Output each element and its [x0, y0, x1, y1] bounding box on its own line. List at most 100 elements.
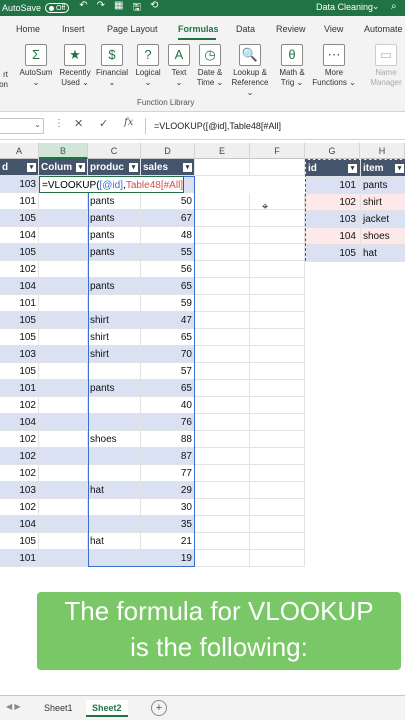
tab-insert[interactable]: Insert: [62, 24, 85, 34]
cell-empty[interactable]: [195, 312, 250, 329]
tab-formulas[interactable]: Formulas: [178, 24, 219, 34]
cell-empty[interactable]: [250, 193, 305, 210]
filter-dropdown-icon[interactable]: ▾: [129, 163, 138, 172]
cell-product[interactable]: [88, 363, 141, 380]
cell-sales[interactable]: 50: [141, 193, 195, 210]
cell-empty[interactable]: [195, 448, 250, 465]
cell-id[interactable]: 105: [0, 312, 39, 329]
tab-automate[interactable]: Automate: [364, 24, 403, 34]
lookup-cell-id[interactable]: 103: [306, 211, 361, 228]
lookup-cell-id[interactable]: 101: [306, 177, 361, 194]
cell-column1[interactable]: [39, 465, 88, 482]
cancel-formula-icon[interactable]: ✕: [74, 117, 83, 130]
column-header-e[interactable]: E: [195, 143, 250, 159]
cell-empty[interactable]: [250, 227, 305, 244]
cell-column1[interactable]: [39, 261, 88, 278]
cell-id[interactable]: 101: [0, 295, 39, 312]
namebox-dropdown-icon[interactable]: ⌄: [34, 120, 41, 129]
cell-id[interactable]: 103: [0, 176, 39, 193]
cell-id[interactable]: 103: [0, 346, 39, 363]
cell-empty[interactable]: [250, 210, 305, 227]
add-sheet-icon[interactable]: +: [151, 700, 167, 716]
cell-empty[interactable]: [250, 329, 305, 346]
cell-column1[interactable]: [39, 244, 88, 261]
column-header-d[interactable]: D: [141, 143, 195, 159]
cell-id[interactable]: 105: [0, 533, 39, 550]
cell-empty[interactable]: [195, 414, 250, 431]
save-icon[interactable]: 🖫: [132, 0, 141, 17]
filter-dropdown-icon[interactable]: ▾: [348, 164, 357, 173]
lookup-reference-button[interactable]: 🔍 Lookup & Reference ⌄: [228, 44, 272, 98]
cell-empty[interactable]: [250, 363, 305, 380]
filter-dropdown-icon[interactable]: ▾: [183, 163, 192, 172]
worksheet-grid[interactable]: d ▾ Colum ▾ produc ▾ sales ▾ 103 =VLOOKUP([@…: [0, 159, 405, 567]
cell-product[interactable]: [88, 414, 141, 431]
cell-id[interactable]: 105: [0, 210, 39, 227]
cell-empty[interactable]: [250, 244, 305, 261]
cell-sales[interactable]: 57: [141, 363, 195, 380]
sheet-tab-sheet2[interactable]: Sheet2: [86, 700, 128, 717]
cell-sales[interactable]: 88: [141, 431, 195, 448]
cell-column1[interactable]: [39, 516, 88, 533]
header-id[interactable]: d ▾: [0, 159, 39, 176]
cell-empty[interactable]: [250, 380, 305, 397]
autosave-toggle[interactable]: Off: [45, 3, 70, 13]
undo-icon[interactable]: ↶: [79, 0, 87, 17]
date-time-button[interactable]: ◷ Date & Time ⌄: [192, 44, 228, 88]
cell-empty[interactable]: [250, 516, 305, 533]
cell-column1[interactable]: [39, 210, 88, 227]
cell-sales[interactable]: 19: [141, 550, 195, 567]
cell-id[interactable]: 102: [0, 499, 39, 516]
cell-product[interactable]: shirt: [88, 346, 141, 363]
cell-sales[interactable]: 65: [141, 380, 195, 397]
tab-page-layout[interactable]: Page Layout: [107, 24, 158, 34]
cell-id[interactable]: 102: [0, 431, 39, 448]
name-manager-button[interactable]: ▭ Name Manager: [368, 44, 404, 88]
cell-product[interactable]: [88, 448, 141, 465]
cell-product[interactable]: [88, 261, 141, 278]
cell-column1[interactable]: [39, 312, 88, 329]
cell-empty[interactable]: [195, 159, 250, 176]
cell-column1[interactable]: [39, 499, 88, 516]
cell-id[interactable]: 102: [0, 448, 39, 465]
cell-column1[interactable]: [39, 295, 88, 312]
cell-empty[interactable]: [250, 533, 305, 550]
cell-empty[interactable]: [250, 346, 305, 363]
cell-empty[interactable]: [250, 465, 305, 482]
cell-id[interactable]: 104: [0, 278, 39, 295]
insert-function-icon[interactable]: fx: [124, 117, 133, 128]
cell-empty[interactable]: [195, 346, 250, 363]
cell-id[interactable]: 101: [0, 550, 39, 567]
cell-product[interactable]: shoes: [88, 431, 141, 448]
cell-column1[interactable]: [39, 193, 88, 210]
cell-sales[interactable]: 47: [141, 312, 195, 329]
cell-product[interactable]: [88, 499, 141, 516]
lookup-cell-item[interactable]: hat: [361, 245, 405, 262]
lookup-header-item[interactable]: item ▾: [361, 160, 405, 177]
cell-empty[interactable]: [195, 261, 250, 278]
cell-id[interactable]: 104: [0, 516, 39, 533]
cell-product[interactable]: hat: [88, 533, 141, 550]
cell-column1[interactable]: [39, 448, 88, 465]
cell-empty[interactable]: [195, 329, 250, 346]
cell-column1[interactable]: [39, 380, 88, 397]
cell-sales[interactable]: 67: [141, 210, 195, 227]
cell-sales[interactable]: 56: [141, 261, 195, 278]
chevron-down-icon[interactable]: ⌄: [372, 1, 380, 12]
cell-empty[interactable]: [250, 482, 305, 499]
cell-product[interactable]: pants: [88, 380, 141, 397]
cell-empty[interactable]: [250, 261, 305, 278]
cell-empty[interactable]: [195, 482, 250, 499]
column-header-f[interactable]: F: [250, 143, 305, 159]
cell-product[interactable]: [88, 465, 141, 482]
column-header-b[interactable]: B: [39, 143, 88, 159]
cell-column1[interactable]: [39, 363, 88, 380]
cell-product[interactable]: shirt: [88, 312, 141, 329]
search-icon[interactable]: ⌕: [391, 1, 397, 12]
header-product[interactable]: produc ▾: [88, 159, 141, 176]
cell-sales[interactable]: 48: [141, 227, 195, 244]
cell-sales[interactable]: 55: [141, 244, 195, 261]
cell-id[interactable]: 102: [0, 465, 39, 482]
cell-empty[interactable]: [250, 295, 305, 312]
cell-sales[interactable]: 29: [141, 482, 195, 499]
